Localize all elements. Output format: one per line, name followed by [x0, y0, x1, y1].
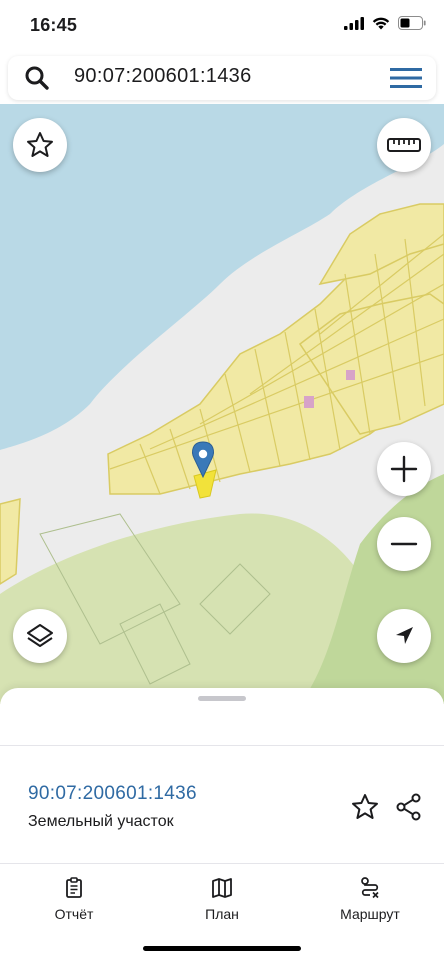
locate-button[interactable] [377, 609, 431, 663]
plus-icon [390, 455, 418, 483]
parcel-type-label: Земельный участок [28, 813, 174, 830]
map-canvas[interactable] [0, 104, 444, 704]
navigation-arrow-icon [396, 627, 413, 644]
favorite-map-button[interactable] [13, 118, 67, 172]
parcel-cadastral-number[interactable]: 90:07:200601:1436 [28, 783, 197, 805]
search-icon[interactable] [24, 65, 50, 91]
layers-icon [27, 624, 53, 647]
battery-icon [398, 16, 426, 30]
home-indicator[interactable] [143, 946, 301, 951]
tab-plan-label: План [205, 906, 239, 922]
tab-report-label: Отчёт [54, 906, 94, 922]
tab-report[interactable]: Отчёт [14, 876, 134, 922]
search-bar[interactable]: 90:07:200601:1436 [8, 56, 436, 100]
building-2 [346, 370, 355, 380]
parcel-info-sheet[interactable]: 90:07:200601:1436 Земельный участок Отчё… [0, 688, 444, 960]
tab-route-label: Маршрут [340, 906, 400, 922]
status-bar: 16:45 [0, 0, 444, 52]
share-icon[interactable] [394, 792, 424, 822]
ruler-button[interactable] [377, 118, 431, 172]
menu-icon[interactable] [390, 66, 422, 90]
tab-route[interactable]: Маршрут [310, 876, 430, 922]
building-1 [304, 396, 314, 408]
sheet-drag-handle[interactable] [198, 696, 246, 701]
layers-button[interactable] [13, 609, 67, 663]
route-icon [361, 877, 379, 899]
minus-icon [390, 542, 418, 546]
star-icon[interactable] [350, 792, 380, 822]
ruler-icon [387, 138, 421, 152]
sheet-divider-bottom [0, 863, 444, 864]
status-time: 16:45 [30, 15, 78, 35]
map-view[interactable] [0, 104, 444, 704]
map-icon [212, 878, 232, 898]
tab-plan[interactable]: План [162, 876, 282, 922]
report-icon [66, 877, 82, 898]
zoom-in-button[interactable] [377, 442, 431, 496]
signal-icon [344, 16, 364, 30]
search-input[interactable]: 90:07:200601:1436 [74, 65, 252, 88]
star-icon [27, 132, 53, 157]
status-icons [344, 16, 426, 30]
zoom-out-button[interactable] [377, 517, 431, 571]
sheet-divider-top [0, 745, 444, 746]
wifi-icon [372, 17, 390, 29]
